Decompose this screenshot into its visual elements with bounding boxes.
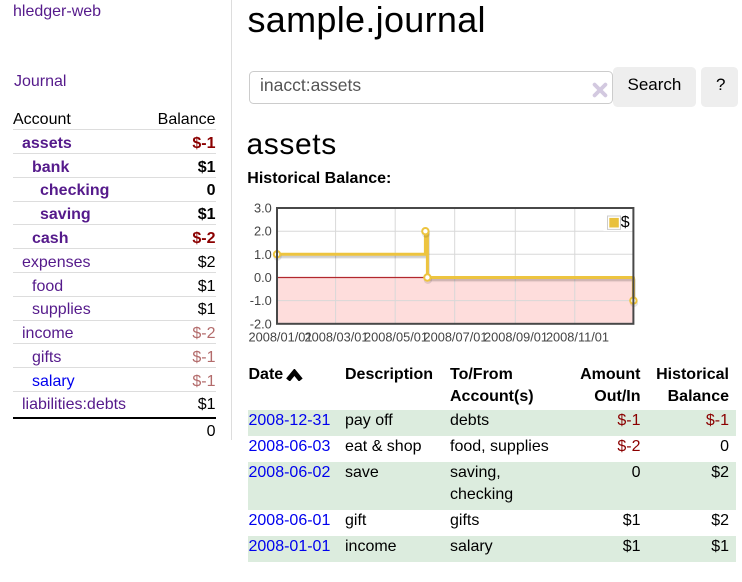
svg-text:2008/11/01: 2008/11/01	[546, 329, 609, 344]
svg-text:0.0: 0.0	[254, 270, 272, 285]
svg-text:2008/01/01: 2008/01/01	[248, 329, 312, 344]
svg-text:$: $	[621, 214, 630, 231]
svg-text:2.0: 2.0	[254, 224, 272, 239]
svg-text:2008/03/01: 2008/03/01	[304, 329, 368, 344]
svg-text:2008/09/01: 2008/09/01	[484, 329, 548, 344]
svg-text:3.0: 3.0	[254, 201, 272, 216]
svg-text:2008/07/01: 2008/07/01	[423, 329, 487, 344]
svg-text:1.0: 1.0	[254, 247, 272, 262]
svg-text:-1.0: -1.0	[250, 293, 272, 308]
svg-text:2008/05/01: 2008/05/01	[364, 329, 428, 344]
